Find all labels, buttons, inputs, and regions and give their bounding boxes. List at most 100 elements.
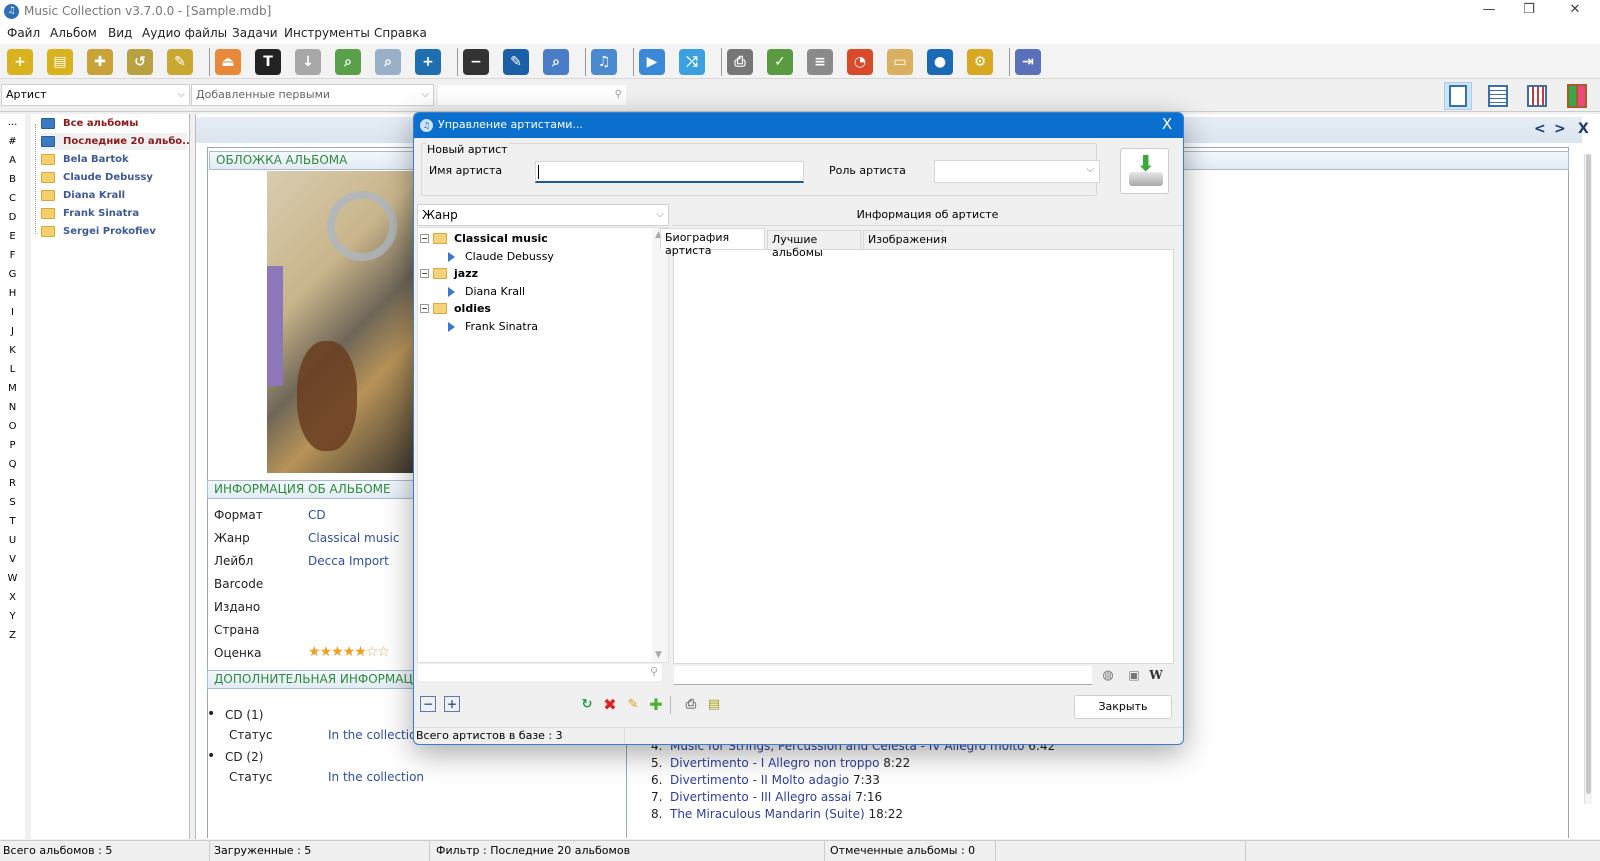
rating-stars[interactable]: ★★★★★☆☆ xyxy=(308,644,390,660)
letter-index-item[interactable]: V xyxy=(0,554,25,565)
menu-help[interactable]: Справка xyxy=(374,26,427,40)
letter-index-item[interactable]: ... xyxy=(0,117,25,128)
track-row[interactable]: 7. Divertimento - III Allegro assai 7:16 xyxy=(651,790,882,804)
shuffle-button[interactable]: ⤮ xyxy=(679,49,705,75)
letter-index-item[interactable]: C xyxy=(0,193,25,204)
user-button[interactable]: ● xyxy=(927,49,953,75)
database-tools-button[interactable]: ✎ xyxy=(167,49,193,75)
music-search-button[interactable]: ♫ xyxy=(591,49,617,75)
search-album-button[interactable]: ⌕ xyxy=(543,49,569,75)
letter-index-item[interactable]: Y xyxy=(0,611,25,622)
remove-album-button[interactable]: − xyxy=(463,49,489,75)
view-table-button[interactable] xyxy=(1484,82,1512,110)
print-button[interactable]: ⎙ xyxy=(727,49,753,75)
repair-database-button[interactable]: ✚ xyxy=(87,49,113,75)
download-button[interactable]: ↓ xyxy=(295,49,321,75)
export-icon[interactable]: ▤ xyxy=(706,696,722,712)
search-input[interactable]: ⚲ xyxy=(437,84,627,106)
web-search-icon[interactable]: ◍ xyxy=(1100,667,1116,683)
minimize-button[interactable]: — xyxy=(1474,2,1504,20)
letter-index-item[interactable]: O xyxy=(0,421,25,432)
letter-index-item[interactable]: Z xyxy=(0,630,25,641)
menu-file[interactable]: Файл xyxy=(7,26,40,40)
star-filled-icon[interactable]: ★ xyxy=(343,644,356,660)
letter-index-item[interactable]: R xyxy=(0,478,25,489)
checklist-button[interactable]: ✓ xyxy=(767,49,793,75)
view-details-button[interactable] xyxy=(1444,82,1472,110)
tree-item[interactable]: Claude Debussy xyxy=(41,169,153,186)
artist-link-input[interactable] xyxy=(673,665,1093,685)
tree-scrollbar[interactable]: ▲ ▼ xyxy=(652,228,668,662)
artist-search-input[interactable]: ⚲ xyxy=(417,663,663,682)
letter-index-item[interactable]: P xyxy=(0,440,25,451)
menu-audio-files[interactable]: Аудио файлы xyxy=(142,26,227,40)
close-dialog-button[interactable]: Закрыть xyxy=(1074,695,1172,719)
letter-index-item[interactable]: I xyxy=(0,307,25,318)
menu-view[interactable]: Вид xyxy=(108,26,132,40)
collapse-toggle-icon[interactable]: − xyxy=(420,304,429,313)
find-add-button[interactable]: ⌕ xyxy=(335,49,361,75)
letter-index-item[interactable]: T xyxy=(0,516,25,527)
view-columns-button[interactable] xyxy=(1523,82,1551,110)
letter-index-item[interactable]: F xyxy=(0,250,25,261)
save-artist-button[interactable]: ⬇ xyxy=(1120,148,1169,194)
letter-index-item[interactable]: X xyxy=(0,592,25,603)
delete-icon[interactable]: ✖ xyxy=(602,695,618,714)
tree-item[interactable]: Frank Sinatra xyxy=(41,205,139,222)
collapse-toggle-icon[interactable]: − xyxy=(420,269,429,278)
letter-index-item[interactable]: Q xyxy=(0,459,25,470)
letter-index-item[interactable]: U xyxy=(0,535,25,546)
letter-index-item[interactable]: M xyxy=(0,383,25,394)
print-icon[interactable]: ⎙ xyxy=(683,696,699,712)
track-row[interactable]: 8. The Miraculous Mandarin (Suite) 18:22 xyxy=(651,807,903,821)
tree-item[interactable]: Diana Krall xyxy=(41,187,125,204)
collapse-all-button[interactable]: − xyxy=(420,696,436,712)
add-icon[interactable]: ✚ xyxy=(648,695,664,714)
collapse-toggle-icon[interactable]: − xyxy=(420,234,429,243)
letter-index-item[interactable]: N xyxy=(0,402,25,413)
letter-index-item[interactable]: S xyxy=(0,497,25,508)
save-icon[interactable]: ▣ xyxy=(1126,667,1142,683)
track-row[interactable]: 6. Divertimento - II Molto adagio 7:33 xyxy=(651,773,880,787)
edit-icon[interactable]: ✎ xyxy=(625,696,641,712)
star-filled-icon[interactable]: ★ xyxy=(308,644,321,660)
letter-index-item[interactable]: B xyxy=(0,174,25,185)
disc-text-button[interactable]: T xyxy=(255,49,281,75)
letter-index-item[interactable]: # xyxy=(0,136,25,147)
genre-select[interactable]: Жанр ⌵ xyxy=(417,204,669,226)
star-filled-icon[interactable]: ★ xyxy=(354,644,367,660)
genre-node[interactable]: − jazz xyxy=(420,267,478,280)
eject-button[interactable]: ⏏ xyxy=(215,49,241,75)
dialog-title-bar[interactable]: ♫ Управление артистами... X xyxy=(414,113,1183,138)
track-row[interactable]: 5. Divertimento - I Allegro non troppo 8:… xyxy=(651,756,910,770)
genre-node[interactable]: − Classical music xyxy=(420,232,548,245)
archive-button[interactable]: ▭ xyxy=(887,49,913,75)
tools-button[interactable]: ⚙ xyxy=(967,49,993,75)
tab-best-albums[interactable]: Лучшие альбомы xyxy=(767,230,861,259)
menu-tools[interactable]: Инструменты xyxy=(284,26,370,40)
restore-button[interactable]: ❐ xyxy=(1514,2,1544,20)
tree-item[interactable]: Bela Bartok xyxy=(41,151,129,168)
open-database-button[interactable]: ▤ xyxy=(47,49,73,75)
wikipedia-icon[interactable]: W xyxy=(1148,667,1164,683)
letter-index-item[interactable]: A xyxy=(0,155,25,166)
edit-album-button[interactable]: ✎ xyxy=(503,49,529,75)
exit-button[interactable]: ⇥ xyxy=(1015,49,1041,75)
refresh-icon[interactable]: ↻ xyxy=(579,696,595,712)
tree-item[interactable]: Sergei Prokofiev xyxy=(41,223,156,240)
letter-index-item[interactable]: L xyxy=(0,364,25,375)
add-album-button[interactable]: + xyxy=(415,49,441,75)
letter-index-item[interactable]: J xyxy=(0,326,25,337)
tree-item[interactable]: Последние 20 альбо... xyxy=(41,133,194,150)
artist-node[interactable]: Claude Debussy xyxy=(448,250,554,263)
view-shelf-button[interactable] xyxy=(1563,82,1591,110)
close-album-button[interactable]: X xyxy=(1578,121,1589,137)
star-filled-icon[interactable]: ★ xyxy=(331,644,344,660)
letter-index-item[interactable]: G xyxy=(0,269,25,280)
scroll-down-icon[interactable]: ▼ xyxy=(655,650,662,660)
tab-biography[interactable]: Биография артиста xyxy=(660,228,765,257)
star-filled-icon[interactable]: ★ xyxy=(320,644,333,660)
artist-role-select[interactable]: ⌵ xyxy=(934,160,1100,183)
prev-album-button[interactable]: < xyxy=(1534,121,1546,137)
pie-chart-button[interactable]: ◔ xyxy=(847,49,873,75)
